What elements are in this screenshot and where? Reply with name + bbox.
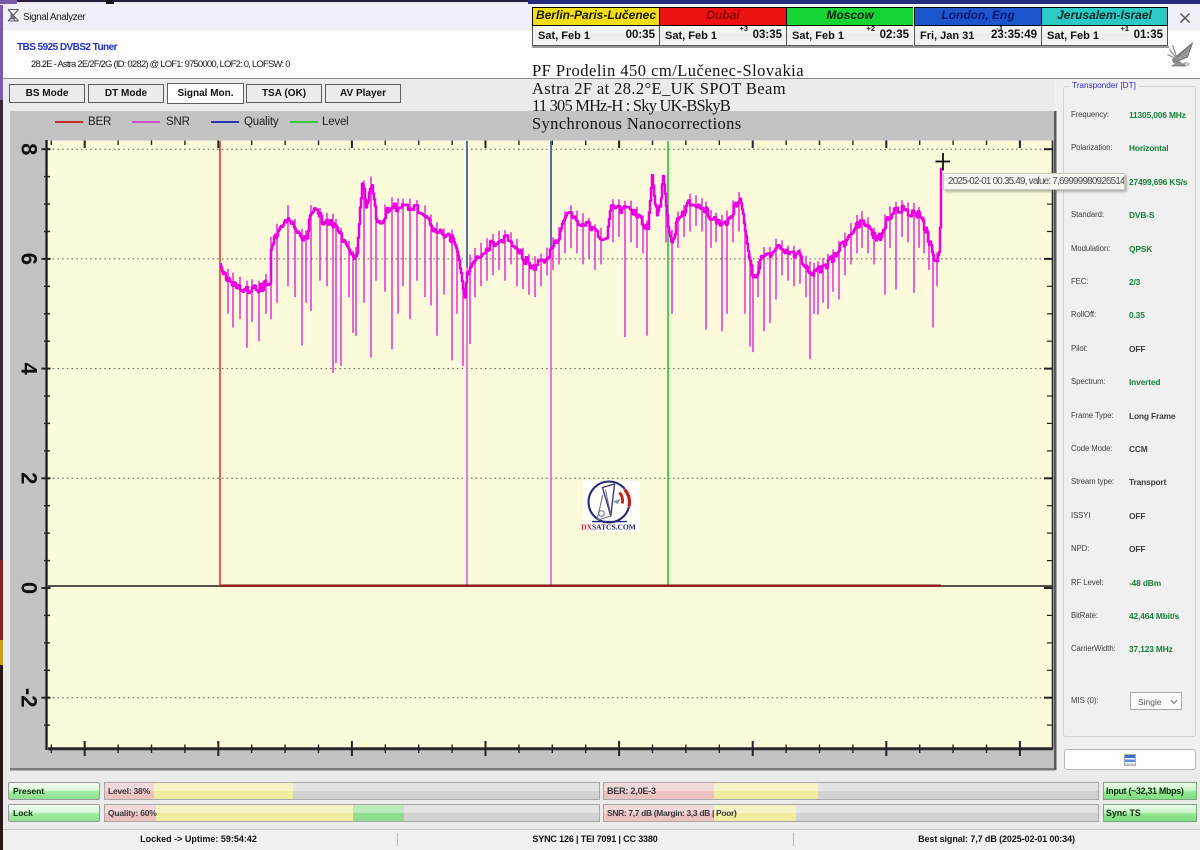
svg-text:dBc: dBc [1183,62,1192,67]
